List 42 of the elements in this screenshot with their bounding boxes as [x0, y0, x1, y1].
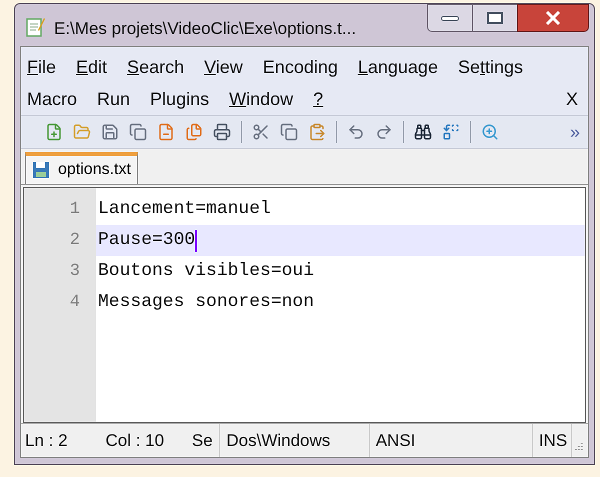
menu-item[interactable]: Language — [358, 54, 438, 80]
close-icon — [545, 11, 561, 25]
file-tab[interactable]: options.txt — [25, 152, 138, 184]
code-line: Pause=300 — [98, 229, 196, 252]
status-field: ANSI — [370, 424, 533, 457]
menu-item[interactable]: Edit — [76, 54, 108, 80]
text-caret — [195, 230, 198, 252]
code-line: Lancement=manuel — [98, 198, 271, 221]
notepad-icon — [26, 16, 46, 38]
save-icon — [32, 161, 50, 179]
menu-item[interactable]: ? — [313, 86, 324, 112]
menu-item[interactable]: Macro — [27, 86, 78, 112]
minimize-button[interactable] — [427, 4, 473, 32]
status-field: Col : 10 — [106, 424, 192, 457]
editor[interactable]: 1 2 3 4 Lancement=manuel Pause=300 Boutons visibles=oui Messages sonores=non — [23, 187, 586, 423]
status-field: INS — [532, 424, 572, 457]
line-number: 3 — [68, 261, 81, 283]
close-document-button[interactable]: X — [566, 86, 578, 112]
maximize-button[interactable] — [473, 4, 517, 32]
code-line: Messages sonores=non — [98, 291, 314, 314]
menu-item[interactable]: Run — [97, 86, 130, 112]
status-field: Dos\Windows — [220, 424, 370, 457]
line-number: 4 — [68, 292, 81, 314]
menu-item[interactable]: View — [204, 54, 243, 80]
resize-grip-icon[interactable] — [572, 441, 584, 453]
close-button[interactable] — [517, 4, 589, 32]
save-all-icon[interactable] — [127, 121, 149, 143]
menu-item[interactable]: Window — [229, 86, 294, 112]
status-field: Se — [192, 424, 220, 457]
code-line: Boutons visibles=oui — [98, 260, 314, 283]
line-number: 1 — [68, 199, 81, 221]
menu-item[interactable]: Encoding — [262, 54, 338, 80]
window-title: E:\Mes projets\VideoClic\Exe\options.t... — [54, 18, 356, 40]
menu-item[interactable]: Plugins — [150, 86, 210, 112]
line-number: 2 — [68, 230, 81, 252]
menu-item[interactable]: File — [27, 54, 56, 80]
menu-item[interactable]: Search — [127, 54, 184, 80]
copy-icon[interactable] — [278, 121, 300, 143]
print-icon[interactable] — [211, 121, 233, 143]
menu-item[interactable]: Settings — [458, 54, 524, 80]
toolbar-overflow-button[interactable]: » — [570, 123, 580, 141]
status-field: Ln : 2 — [21, 424, 106, 457]
